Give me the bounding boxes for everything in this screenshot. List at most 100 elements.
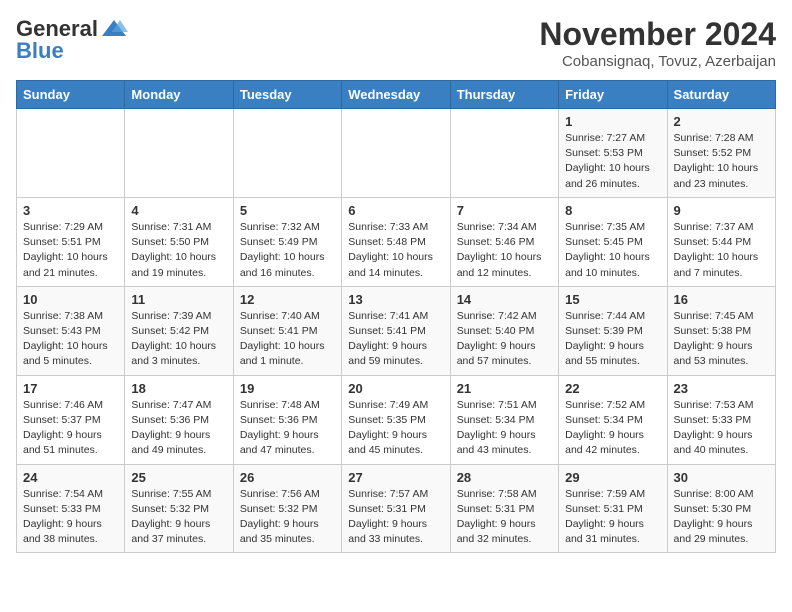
day-number: 11 (131, 292, 226, 307)
table-row: 25Sunrise: 7:55 AM Sunset: 5:32 PM Dayli… (125, 464, 233, 553)
table-row: 24 Sunrise: 7:54 AM Sunset: 5:33 PM Dayli… (17, 464, 125, 553)
day-number: 16 (674, 292, 769, 307)
table-row: 7 Sunrise: 7:34 AM Sunset: 5:46 PM Daylig… (450, 197, 558, 286)
day-number: 3 (23, 203, 118, 218)
day-info: Sunrise: 7:42 AM Sunset: 5:40 PM Dayligh… (457, 309, 552, 370)
table-row: 10Sunrise: 7:38 AM Sunset: 5:43 PM Dayli… (17, 286, 125, 375)
table-row: 29Sunrise: 7:59 AM Sunset: 5:31 PM Dayli… (559, 464, 667, 553)
day-number: 25 (131, 470, 226, 485)
calendar-header-row: Sunday Monday Tuesday Wednesday Thursday… (17, 81, 776, 109)
calendar-week-row: 1Sunrise: 7:27 AM Sunset: 5:53 PM Daylig… (17, 109, 776, 198)
day-number: 12 (240, 292, 335, 307)
col-friday: Friday (559, 81, 667, 109)
day-number: 15 (565, 292, 660, 307)
calendar-title: November 2024 (539, 16, 776, 53)
day-number: 22 (565, 381, 660, 396)
logo: General Blue (16, 16, 128, 64)
day-info: Sunrise: 7:39 AM Sunset: 5:42 PM Dayligh… (131, 309, 226, 370)
day-number: 7 (457, 203, 552, 218)
day-number: 20 (348, 381, 443, 396)
day-info: Sunrise: 7:53 AM Sunset: 5:33 PM Dayligh… (674, 398, 769, 459)
day-info: Sunrise: 7:31 AM Sunset: 5:50 PM Dayligh… (131, 220, 226, 281)
day-info: Sunrise: 7:40 AM Sunset: 5:41 PM Dayligh… (240, 309, 335, 370)
table-row: 26 Sunrise: 7:56 AM Sunset: 5:32 PM Dayli… (233, 464, 341, 553)
table-row (17, 109, 125, 198)
day-number: 30 (674, 470, 769, 485)
table-row: 27 Sunrise: 7:57 AM Sunset: 5:31 PM Dayli… (342, 464, 450, 553)
table-row: 2Sunrise: 7:28 AM Sunset: 5:52 PM Daylig… (667, 109, 775, 198)
day-info: Sunrise: 7:34 AM Sunset: 5:46 PM Dayligh… (457, 220, 552, 281)
table-row: 13 Sunrise: 7:41 AM Sunset: 5:41 PM Dayli… (342, 286, 450, 375)
day-info: Sunrise: 7:28 AM Sunset: 5:52 PM Dayligh… (674, 131, 769, 192)
page-header: General Blue November 2024 Cobansignaq, … (16, 16, 776, 70)
day-number: 6 (348, 203, 443, 218)
calendar-week-row: 3 Sunrise: 7:29 AM Sunset: 5:51 PM Daylig… (17, 197, 776, 286)
day-info: Sunrise: 7:58 AM Sunset: 5:31 PM Dayligh… (457, 487, 552, 548)
day-info: Sunrise: 7:38 AM Sunset: 5:43 PM Dayligh… (23, 309, 118, 370)
day-info: Sunrise: 7:37 AM Sunset: 5:44 PM Dayligh… (674, 220, 769, 281)
table-row: 6 Sunrise: 7:33 AM Sunset: 5:48 PM Daylig… (342, 197, 450, 286)
table-row (342, 109, 450, 198)
day-number: 4 (131, 203, 226, 218)
day-info: Sunrise: 7:47 AM Sunset: 5:36 PM Dayligh… (131, 398, 226, 459)
day-number: 18 (131, 381, 226, 396)
day-number: 14 (457, 292, 552, 307)
table-row: 3 Sunrise: 7:29 AM Sunset: 5:51 PM Daylig… (17, 197, 125, 286)
table-row: 9 Sunrise: 7:37 AM Sunset: 5:44 PM Daylig… (667, 197, 775, 286)
day-number: 8 (565, 203, 660, 218)
col-wednesday: Wednesday (342, 81, 450, 109)
day-info: Sunrise: 7:48 AM Sunset: 5:36 PM Dayligh… (240, 398, 335, 459)
day-info: Sunrise: 8:00 AM Sunset: 5:30 PM Dayligh… (674, 487, 769, 548)
table-row: 12 Sunrise: 7:40 AM Sunset: 5:41 PM Dayli… (233, 286, 341, 375)
calendar-week-row: 17 Sunrise: 7:46 AM Sunset: 5:37 PM Dayli… (17, 375, 776, 464)
table-row: 11 Sunrise: 7:39 AM Sunset: 5:42 PM Dayli… (125, 286, 233, 375)
col-monday: Monday (125, 81, 233, 109)
table-row: 28 Sunrise: 7:58 AM Sunset: 5:31 PM Dayli… (450, 464, 558, 553)
day-info: Sunrise: 7:29 AM Sunset: 5:51 PM Dayligh… (23, 220, 118, 281)
day-number: 26 (240, 470, 335, 485)
table-row: 1Sunrise: 7:27 AM Sunset: 5:53 PM Daylig… (559, 109, 667, 198)
calendar-week-row: 24 Sunrise: 7:54 AM Sunset: 5:33 PM Dayli… (17, 464, 776, 553)
day-info: Sunrise: 7:59 AM Sunset: 5:31 PM Dayligh… (565, 487, 660, 548)
day-number: 28 (457, 470, 552, 485)
table-row: 22Sunrise: 7:52 AM Sunset: 5:34 PM Dayli… (559, 375, 667, 464)
day-number: 23 (674, 381, 769, 396)
day-info: Sunrise: 7:57 AM Sunset: 5:31 PM Dayligh… (348, 487, 443, 548)
table-row: 4 Sunrise: 7:31 AM Sunset: 5:50 PM Daylig… (125, 197, 233, 286)
day-number: 5 (240, 203, 335, 218)
table-row: 23 Sunrise: 7:53 AM Sunset: 5:33 PM Dayli… (667, 375, 775, 464)
calendar-week-row: 10Sunrise: 7:38 AM Sunset: 5:43 PM Dayli… (17, 286, 776, 375)
table-row: 14 Sunrise: 7:42 AM Sunset: 5:40 PM Dayli… (450, 286, 558, 375)
day-number: 21 (457, 381, 552, 396)
day-info: Sunrise: 7:54 AM Sunset: 5:33 PM Dayligh… (23, 487, 118, 548)
logo-blue-text: Blue (16, 38, 64, 64)
day-info: Sunrise: 7:33 AM Sunset: 5:48 PM Dayligh… (348, 220, 443, 281)
day-number: 13 (348, 292, 443, 307)
table-row: 15 Sunrise: 7:44 AM Sunset: 5:39 PM Dayli… (559, 286, 667, 375)
day-number: 27 (348, 470, 443, 485)
day-number: 1 (565, 114, 660, 129)
table-row (233, 109, 341, 198)
day-info: Sunrise: 7:51 AM Sunset: 5:34 PM Dayligh… (457, 398, 552, 459)
day-info: Sunrise: 7:46 AM Sunset: 5:37 PM Dayligh… (23, 398, 118, 459)
day-info: Sunrise: 7:41 AM Sunset: 5:41 PM Dayligh… (348, 309, 443, 370)
logo-icon (100, 18, 128, 40)
col-sunday: Sunday (17, 81, 125, 109)
day-number: 17 (23, 381, 118, 396)
table-row: 5Sunrise: 7:32 AM Sunset: 5:49 PM Daylig… (233, 197, 341, 286)
col-tuesday: Tuesday (233, 81, 341, 109)
day-info: Sunrise: 7:44 AM Sunset: 5:39 PM Dayligh… (565, 309, 660, 370)
table-row: 8 Sunrise: 7:35 AM Sunset: 5:45 PM Daylig… (559, 197, 667, 286)
day-number: 9 (674, 203, 769, 218)
table-row: 18 Sunrise: 7:47 AM Sunset: 5:36 PM Dayli… (125, 375, 233, 464)
calendar-subtitle: Cobansignaq, Tovuz, Azerbaijan (539, 53, 776, 70)
day-info: Sunrise: 7:49 AM Sunset: 5:35 PM Dayligh… (348, 398, 443, 459)
table-row: 17 Sunrise: 7:46 AM Sunset: 5:37 PM Dayli… (17, 375, 125, 464)
calendar-table: Sunday Monday Tuesday Wednesday Thursday… (16, 80, 776, 553)
day-info: Sunrise: 7:45 AM Sunset: 5:38 PM Dayligh… (674, 309, 769, 370)
day-number: 24 (23, 470, 118, 485)
day-info: Sunrise: 7:35 AM Sunset: 5:45 PM Dayligh… (565, 220, 660, 281)
table-row: 20 Sunrise: 7:49 AM Sunset: 5:35 PM Dayli… (342, 375, 450, 464)
table-row: 19Sunrise: 7:48 AM Sunset: 5:36 PM Dayli… (233, 375, 341, 464)
day-info: Sunrise: 7:56 AM Sunset: 5:32 PM Dayligh… (240, 487, 335, 548)
